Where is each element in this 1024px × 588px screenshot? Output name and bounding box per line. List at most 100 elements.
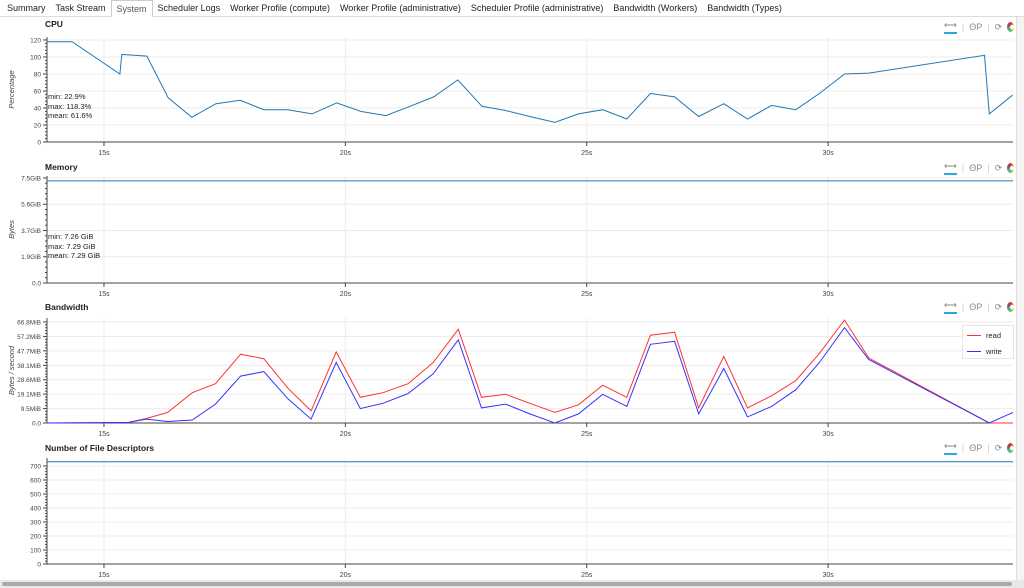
separator: | <box>961 22 965 32</box>
bandwidth-legend: read write <box>962 325 1014 359</box>
chart-toolbar: ⟷ | ΘP | ⟳ <box>944 161 1014 175</box>
legend-read-label: read <box>986 330 1002 340</box>
y-tick-label: 80 <box>34 71 42 78</box>
separator: | <box>987 22 990 32</box>
y-tick-label: 600 <box>30 477 41 484</box>
bokeh-logo-icon[interactable] <box>1007 163 1014 173</box>
pan-tool-icon[interactable]: ⟷ <box>944 441 957 455</box>
cpu-min: min: 22.9% <box>48 92 86 101</box>
x-tick-label: 25s <box>581 291 593 298</box>
y-tick-label: 66.8MiB <box>17 319 41 326</box>
y-tick-label: 3.7GiB <box>21 228 41 235</box>
memory-title: Memory <box>45 162 78 172</box>
reset-tool-icon[interactable]: ⟳ <box>995 302 1003 313</box>
y-tick-label: 7.5GiB <box>21 175 41 182</box>
y-tick-label: 500 <box>30 491 41 498</box>
read-series-line <box>46 319 1013 424</box>
chart-toolbar: ⟷ | ΘP | ⟳ <box>944 20 1014 34</box>
fd-title: Number of File Descriptors <box>45 443 155 453</box>
separator: | <box>987 302 990 312</box>
separator: | <box>961 163 965 173</box>
write-swatch <box>967 350 981 352</box>
x-tick-label: 25s <box>581 150 593 157</box>
charts-canvas[interactable]: 0 20 40 60 80 100 120 15s 20s 25s 30s Percentage 0.0… <box>0 0 1024 588</box>
memory-chart: 0.0 1.9GiB 3.7GiB 5.6GiB 7.5GiB 15s 20s 25s 30s B… <box>7 175 1013 298</box>
pan-tool-icon[interactable]: ⟷ <box>944 161 957 175</box>
bandwidth-title: Bandwidth <box>45 302 89 312</box>
wheel-zoom-tool-icon[interactable]: ΘP <box>969 22 982 32</box>
wheel-zoom-tool-icon[interactable]: ΘP <box>969 163 982 173</box>
x-tick-label: 30s <box>822 572 834 579</box>
pan-tool-icon[interactable]: ⟷ <box>944 20 957 34</box>
y-tick-label: 5.6GiB <box>21 202 41 209</box>
scrollbar-thumb[interactable] <box>2 582 1012 586</box>
x-tick-label: 15s <box>98 150 110 157</box>
x-tick-label: 25s <box>581 572 593 579</box>
y-axis-label: Bytes <box>7 220 16 239</box>
y-tick-label: 19.1MiB <box>17 392 41 399</box>
y-tick-label: 40 <box>34 105 42 112</box>
y-tick-label: 700 <box>30 463 41 470</box>
cpu-title: CPU <box>45 19 63 29</box>
y-tick-label: 9.5MiB <box>21 406 41 413</box>
y-tick-label: 20 <box>34 122 42 129</box>
separator: | <box>961 302 965 312</box>
y-tick-label: 28.6MiB <box>17 377 41 384</box>
reset-tool-icon[interactable]: ⟳ <box>995 163 1003 174</box>
y-tick-label: 100 <box>30 54 41 61</box>
x-tick-label: 30s <box>822 291 834 298</box>
cpu-series-line <box>47 41 1013 123</box>
y-tick-label: 400 <box>30 505 41 512</box>
y-axis-label: Bytes / second <box>7 345 16 395</box>
cpu-mean: mean: 61.6% <box>48 111 93 120</box>
y-tick-label: 300 <box>30 519 41 526</box>
x-tick-label: 20s <box>340 291 352 298</box>
horizontal-scrollbar[interactable] <box>0 580 1024 588</box>
x-tick-label: 30s <box>822 431 834 438</box>
y-tick-label: 0 <box>37 562 41 569</box>
wheel-zoom-tool-icon[interactable]: ΘP <box>969 443 982 453</box>
bokeh-logo-icon[interactable] <box>1007 22 1014 32</box>
y-tick-label: 200 <box>30 533 41 540</box>
bokeh-logo-icon[interactable] <box>1007 443 1014 453</box>
bokeh-logo-icon[interactable] <box>1007 302 1014 312</box>
x-tick-label: 20s <box>340 431 352 438</box>
memory-mean: mean: 7.29 GiB <box>48 251 101 260</box>
chart-toolbar: ⟷ | ΘP | ⟳ <box>944 300 1014 314</box>
reset-tool-icon[interactable]: ⟳ <box>995 443 1003 454</box>
y-axis-label: Percentage <box>7 70 16 108</box>
separator: | <box>987 163 990 173</box>
y-tick-label: 1.9GiB <box>21 254 41 261</box>
x-tick-label: 15s <box>98 572 110 579</box>
legend-write[interactable]: write <box>963 344 1013 358</box>
x-tick-label: 25s <box>581 431 593 438</box>
y-tick-label: 120 <box>30 37 41 44</box>
pan-tool-icon[interactable]: ⟷ <box>944 300 957 314</box>
chart-toolbar: ⟷ | ΘP | ⟳ <box>944 441 1014 455</box>
x-tick-label: 15s <box>98 431 110 438</box>
x-tick-label: 20s <box>340 150 352 157</box>
memory-min: min: 7.26 GiB <box>48 232 94 241</box>
y-tick-label: 0 <box>37 140 41 147</box>
y-tick-label: 0.0 <box>32 421 41 428</box>
cpu-stats: min: 22.9% max: 118.3% mean: 61.6% <box>48 92 92 121</box>
legend-write-label: write <box>986 346 1002 356</box>
x-tick-label: 20s <box>340 572 352 579</box>
y-tick-label: 57.2MiB <box>17 334 41 341</box>
legend-read[interactable]: read <box>963 328 1013 342</box>
cpu-max: max: 118.3% <box>48 101 92 111</box>
separator: | <box>987 443 990 453</box>
vertical-scrollbar[interactable] <box>1016 17 1024 580</box>
wheel-zoom-tool-icon[interactable]: ΘP <box>969 302 982 312</box>
y-tick-label: 38.1MiB <box>17 363 41 370</box>
y-tick-label: 60 <box>34 88 42 95</box>
bandwidth-chart: 0.0 9.5MiB 19.1MiB 28.6MiB 38.1MiB 47.7MiB 57.… <box>7 318 1014 438</box>
cpu-chart: 0 20 40 60 80 100 120 15s 20s 25s 30s Percentage <box>7 37 1013 157</box>
memory-stats: min: 7.26 GiB max: 7.29 GiB mean: 7.29 G… <box>48 232 100 261</box>
x-tick-label: 30s <box>822 150 834 157</box>
y-tick-label: 100 <box>30 547 41 554</box>
y-tick-label: 47.7MiB <box>17 348 41 355</box>
reset-tool-icon[interactable]: ⟳ <box>995 22 1003 33</box>
memory-max: max: 7.29 GiB <box>48 241 96 251</box>
read-swatch <box>967 334 981 336</box>
